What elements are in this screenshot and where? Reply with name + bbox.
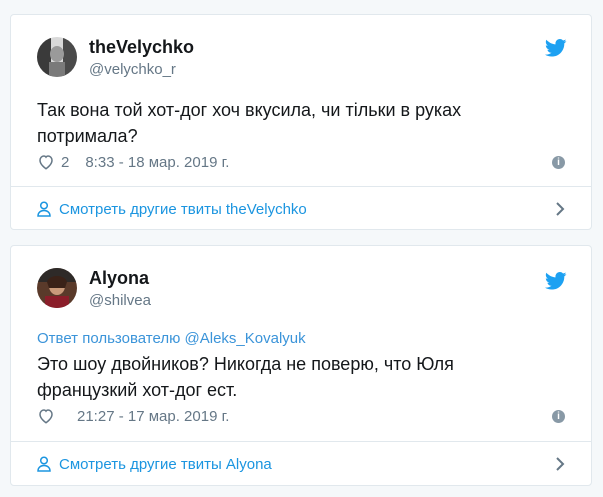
heart-icon[interactable]	[37, 153, 55, 171]
tweet-meta: 2 8:33 - 18 мар. 2019 г.	[37, 153, 229, 171]
chevron-right-icon[interactable]	[555, 456, 565, 472]
tweet-card: theVelychko @velychko_r Так вона той хот…	[10, 14, 592, 230]
info-icon[interactable]: i	[552, 156, 565, 169]
twitter-bird-icon[interactable]	[544, 272, 567, 290]
tweet-card: Alyona @shilvea Ответ пользователю @Alek…	[10, 245, 592, 486]
reply-context: Ответ пользователю @Aleks_Kovalyuk	[37, 330, 306, 347]
like-count[interactable]: 2	[61, 154, 69, 171]
tweet-timestamp[interactable]: 21:27 - 17 мар. 2019 г.	[77, 408, 229, 425]
author-name[interactable]: theVelychko	[89, 37, 194, 58]
person-icon	[37, 456, 51, 472]
tweet-text: Так вона той хот-дог хоч вкусила, чи тіл…	[37, 100, 462, 146]
heart-icon[interactable]	[37, 407, 55, 425]
person-icon	[37, 201, 51, 217]
author-handle[interactable]: @velychko_r	[89, 61, 176, 78]
avatar[interactable]	[37, 268, 77, 308]
info-icon[interactable]: i	[552, 410, 565, 423]
avatar[interactable]	[37, 37, 77, 77]
tweet-timestamp[interactable]: 8:33 - 18 мар. 2019 г.	[85, 154, 229, 171]
chevron-right-icon[interactable]	[555, 201, 565, 217]
author-handle[interactable]: @shilvea	[89, 292, 151, 309]
twitter-bird-icon[interactable]	[544, 39, 567, 57]
author-name[interactable]: Alyona	[89, 268, 149, 289]
tweet-meta: 21:27 - 17 мар. 2019 г.	[37, 407, 229, 425]
reply-to-link[interactable]: @Aleks_Kovalyuk	[185, 330, 306, 347]
tweet-text: Это шоу двойников? Никогда не поверю, чт…	[37, 354, 454, 400]
view-more-label[interactable]: Смотреть другие твиты Alyona	[59, 456, 272, 473]
view-more-tweets-link[interactable]: Смотреть другие твиты theVelychko	[11, 187, 591, 231]
view-more-label[interactable]: Смотреть другие твиты theVelychko	[59, 201, 307, 218]
view-more-tweets-link[interactable]: Смотреть другие твиты Alyona	[11, 442, 591, 486]
reply-prefix: Ответ пользователю	[37, 330, 181, 347]
